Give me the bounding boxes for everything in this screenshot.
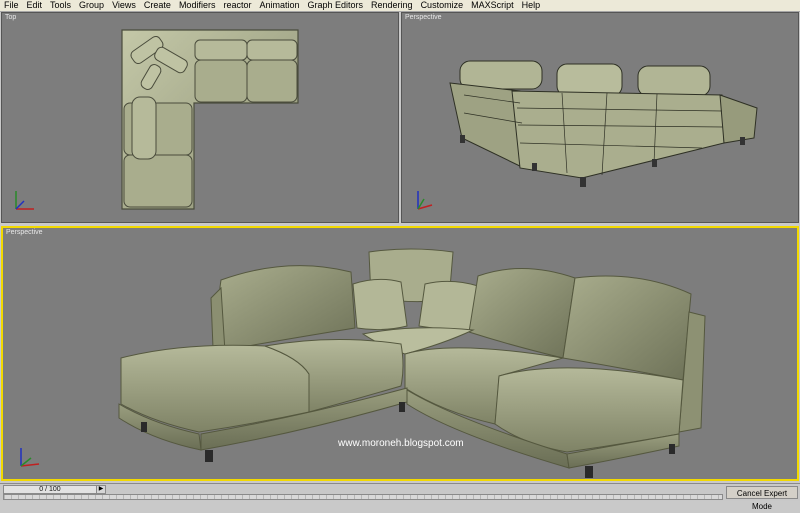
viewport-perspective-main[interactable]: Perspective www.moroneh.blogspot.com xyxy=(1,226,799,481)
time-slider[interactable]: 0 / 100 xyxy=(3,485,97,494)
menu-modifiers[interactable]: Modifiers xyxy=(175,0,220,11)
menu-help[interactable]: Help xyxy=(518,0,545,11)
time-next-icon[interactable]: ▶ xyxy=(96,485,106,494)
menu-create[interactable]: Create xyxy=(140,0,175,11)
menu-tools[interactable]: Tools xyxy=(46,0,75,11)
watermark-text: www.moroneh.blogspot.com xyxy=(338,438,464,449)
sofa-back-view xyxy=(449,60,758,187)
menu-bar: File Edit Tools Group Views Create Modif… xyxy=(0,0,800,12)
menu-edit[interactable]: Edit xyxy=(23,0,47,11)
timeline-track[interactable] xyxy=(3,494,723,500)
axis-gizmo-icon xyxy=(15,191,34,210)
menu-group[interactable]: Group xyxy=(75,0,108,11)
menu-reactor[interactable]: reactor xyxy=(219,0,255,11)
menu-graph-editors[interactable]: Graph Editors xyxy=(304,0,368,11)
menu-customize[interactable]: Customize xyxy=(417,0,468,11)
status-bar: 0 / 100 ▶ Cancel Expert Mode xyxy=(0,483,800,511)
viewport-top[interactable]: Top xyxy=(1,12,399,223)
menu-maxscript[interactable]: MAXScript xyxy=(467,0,518,11)
axis-gizmo-icon xyxy=(417,191,433,210)
viewport-perspective-small[interactable]: Perspective xyxy=(401,12,799,223)
cancel-expert-mode-button[interactable]: Cancel Expert Mode xyxy=(726,486,798,511)
menu-rendering[interactable]: Rendering xyxy=(367,0,417,11)
menu-animation[interactable]: Animation xyxy=(255,0,303,11)
sofa-top-view xyxy=(121,29,299,210)
menu-views[interactable]: Views xyxy=(108,0,140,11)
axis-gizmo-icon xyxy=(20,448,40,467)
menu-file[interactable]: File xyxy=(0,0,23,11)
